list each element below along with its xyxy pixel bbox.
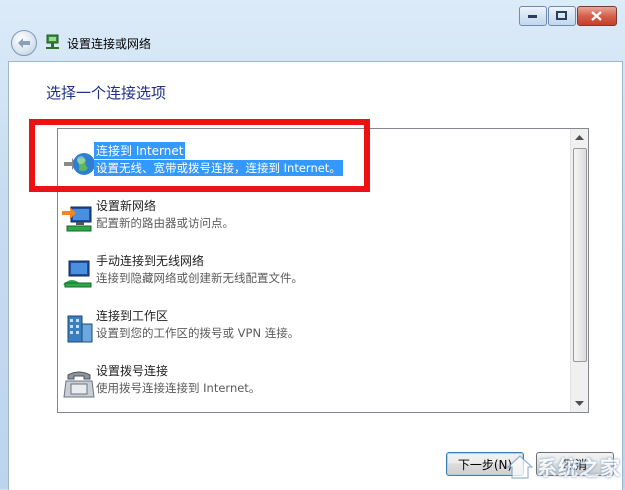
wireless-network-icon (62, 257, 96, 291)
scroll-up-button[interactable] (571, 129, 588, 146)
watermark: 系统之家 (507, 452, 621, 481)
option-description: 设置到您的工作区的拨号或 VPN 连接。 (96, 326, 300, 340)
minimize-button[interactable] (519, 6, 547, 26)
option-title: 手动连接到无线网络 (96, 254, 205, 268)
option-description: 使用拨号连接连接到 Internet。 (96, 381, 261, 395)
maximize-button[interactable] (548, 6, 576, 26)
scroll-up-arrow-icon (575, 135, 584, 140)
option-description: 配置新的路由器或访问点。 (96, 216, 234, 230)
option-new-network[interactable]: 设置新网络 配置新的路由器或访问点。 (58, 193, 570, 243)
close-icon (591, 11, 602, 21)
back-arrow-icon (18, 38, 30, 48)
workplace-icon (62, 312, 96, 346)
option-description: 连接到隐藏网络或创建新无线配置文件。 (96, 271, 303, 285)
option-title: 设置拨号连接 (96, 364, 169, 378)
window-frame: 设置连接或网络 选择一个连接选项 连接到 Internet 设置无线、宽带或拨号… (0, 0, 625, 490)
house-logo-icon (507, 454, 533, 479)
new-network-icon (62, 202, 96, 236)
highlight-annotation (29, 119, 370, 192)
scroll-thumb[interactable] (573, 148, 587, 362)
network-setup-icon (44, 33, 62, 54)
page-heading: 选择一个连接选项 (46, 84, 167, 102)
option-dialup[interactable]: 设置拨号连接 使用拨号连接连接到 Internet。 (58, 358, 570, 408)
scroll-down-button[interactable] (571, 395, 588, 412)
option-title: 连接到工作区 (96, 309, 169, 323)
window-controls (518, 6, 617, 26)
option-title: 设置新网络 (96, 199, 157, 213)
option-manual-wireless[interactable]: 手动连接到无线网络 连接到隐藏网络或创建新无线配置文件。 (58, 248, 570, 298)
maximize-icon (556, 11, 567, 20)
window-title: 设置连接或网络 (67, 37, 152, 51)
minimize-icon (528, 15, 537, 18)
option-workplace[interactable]: 连接到工作区 设置到您的工作区的拨号或 VPN 连接。 (58, 303, 570, 353)
back-button[interactable] (11, 30, 37, 56)
dialup-phone-icon (62, 367, 96, 401)
close-button[interactable] (577, 6, 617, 26)
scroll-down-arrow-icon (575, 401, 584, 406)
list-scrollbar[interactable] (570, 129, 588, 412)
watermark-text: 系统之家 (537, 456, 621, 480)
